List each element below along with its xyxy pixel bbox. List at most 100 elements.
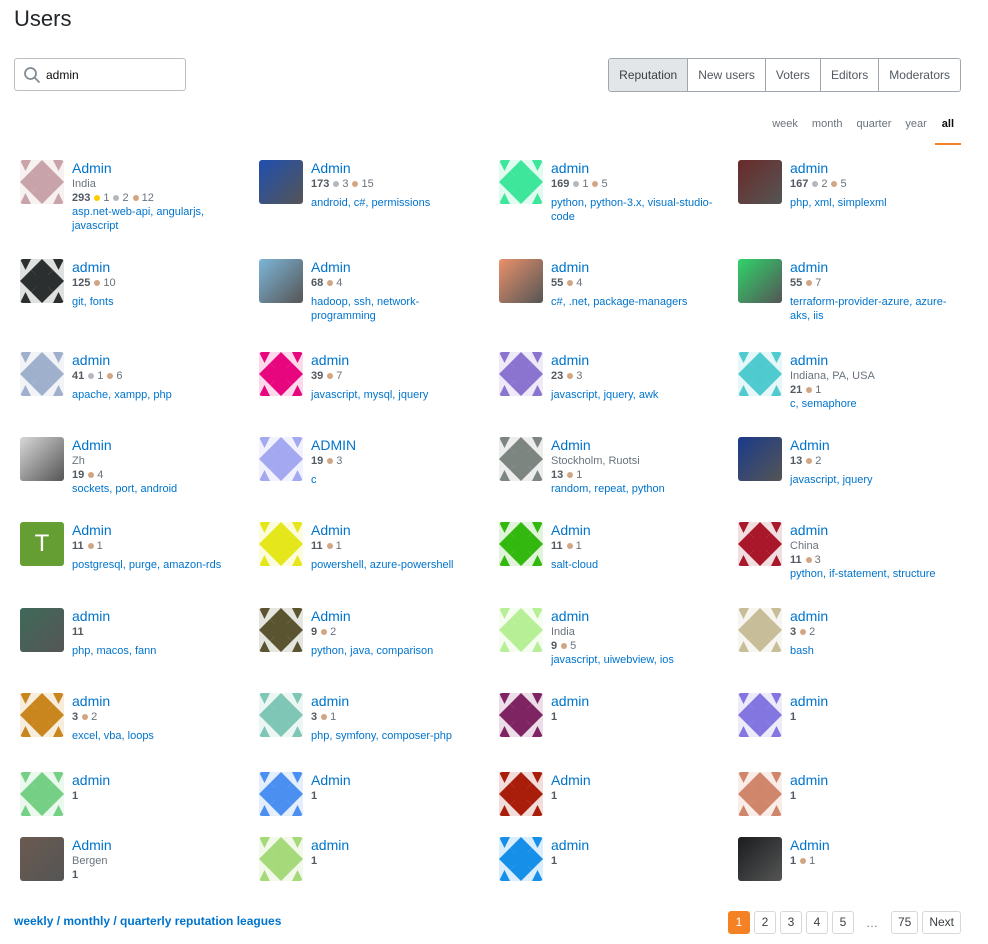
user-name-link[interactable]: admin (551, 693, 589, 710)
user-tags[interactable]: c, semaphore (790, 397, 960, 411)
user-avatar[interactable] (738, 693, 782, 737)
user-tags[interactable]: c#, .net, package-managers (551, 295, 721, 309)
page-5-button[interactable]: 5 (831, 911, 854, 934)
user-avatar[interactable] (259, 437, 303, 481)
user-tags[interactable]: hadoop, ssh, network-programming (311, 295, 481, 323)
period-month[interactable]: month (806, 112, 849, 145)
tab-reputation[interactable]: Reputation (609, 59, 688, 91)
user-avatar[interactable] (738, 522, 782, 566)
tab-new-users[interactable]: New users (687, 59, 765, 91)
user-name-link[interactable]: admin (551, 837, 589, 854)
user-tags[interactable]: salt-cloud (551, 558, 721, 572)
user-tags[interactable]: asp.net-web-api, angularjs, javascript (72, 205, 242, 233)
user-name-link[interactable]: admin (72, 352, 242, 369)
user-tags[interactable]: postgresql, purge, amazon-rds (72, 558, 242, 572)
user-avatar[interactable] (499, 837, 543, 881)
user-name-link[interactable]: Admin (311, 608, 481, 625)
user-avatar[interactable] (20, 160, 64, 204)
user-avatar[interactable] (259, 772, 303, 816)
user-name-link[interactable]: Admin (311, 259, 481, 276)
user-tags[interactable]: apache, xampp, php (72, 388, 242, 402)
user-name-link[interactable]: Admin (551, 772, 591, 789)
user-avatar[interactable] (738, 259, 782, 303)
user-avatar[interactable] (20, 352, 64, 396)
user-tags[interactable]: random, repeat, python (551, 482, 721, 496)
user-name-link[interactable]: Admin (72, 837, 112, 854)
user-tags[interactable]: android, c#, permissions (311, 196, 481, 210)
user-name-link[interactable]: admin (551, 259, 721, 276)
user-name-link[interactable]: Admin (72, 160, 242, 177)
user-name-link[interactable]: Admin (72, 522, 242, 539)
user-avatar[interactable] (738, 160, 782, 204)
user-tags[interactable]: javascript, jquery (790, 473, 960, 487)
page-4-button[interactable]: 4 (805, 911, 828, 934)
user-avatar[interactable] (259, 693, 303, 737)
user-tags[interactable]: php, xml, simplexml (790, 196, 960, 210)
reputation-leagues-link[interactable]: weekly / monthly / quarterly reputation … (14, 914, 281, 928)
user-name-link[interactable]: admin (790, 352, 960, 369)
user-name-link[interactable]: admin (790, 259, 960, 276)
user-tags[interactable]: bash (790, 644, 960, 658)
user-name-link[interactable]: admin (72, 259, 242, 276)
user-name-link[interactable]: admin (790, 608, 960, 625)
user-avatar[interactable] (499, 352, 543, 396)
search-input[interactable] (46, 67, 166, 82)
user-tags[interactable]: git, fonts (72, 295, 242, 309)
user-avatar[interactable] (738, 772, 782, 816)
page-2-button[interactable]: 2 (753, 911, 776, 934)
tab-editors[interactable]: Editors (819, 59, 879, 91)
user-name-link[interactable]: Admin (72, 437, 242, 454)
user-tags[interactable]: php, symfony, composer-php (311, 729, 481, 743)
user-name-link[interactable]: Admin (551, 437, 721, 454)
user-avatar[interactable] (259, 352, 303, 396)
period-week[interactable]: week (766, 112, 804, 145)
user-avatar[interactable] (20, 693, 64, 737)
user-name-link[interactable]: admin (790, 693, 828, 710)
user-tags[interactable]: python, java, comparison (311, 644, 481, 658)
user-avatar[interactable]: T (20, 522, 64, 566)
user-avatar[interactable] (499, 693, 543, 737)
user-name-link[interactable]: Admin (790, 837, 830, 854)
user-name-link[interactable]: admin (311, 352, 481, 369)
user-avatar[interactable] (259, 522, 303, 566)
user-avatar[interactable] (259, 160, 303, 204)
user-name-link[interactable]: admin (311, 693, 481, 710)
user-avatar[interactable] (20, 772, 64, 816)
user-tags[interactable]: python, python-3.x, visual-studio-code (551, 196, 721, 224)
user-name-link[interactable]: admin (790, 160, 960, 177)
user-tags[interactable]: excel, vba, loops (72, 729, 242, 743)
next-page-button[interactable]: Next (922, 911, 961, 934)
user-name-link[interactable]: admin (72, 772, 110, 789)
user-name-link[interactable]: admin (72, 693, 242, 710)
page-1-button[interactable]: 1 (727, 911, 750, 934)
user-name-link[interactable]: admin (551, 608, 721, 625)
user-name-link[interactable]: Admin (311, 522, 481, 539)
user-tags[interactable]: powershell, azure-powershell (311, 558, 481, 572)
user-name-link[interactable]: Admin (311, 160, 481, 177)
period-all[interactable]: all (934, 112, 961, 145)
user-avatar[interactable] (499, 259, 543, 303)
user-avatar[interactable] (20, 837, 64, 881)
user-search-box[interactable] (14, 58, 186, 91)
user-name-link[interactable]: Admin (551, 522, 721, 539)
user-name-link[interactable]: admin (551, 352, 721, 369)
user-avatar[interactable] (20, 437, 64, 481)
user-name-link[interactable]: admin (311, 837, 349, 854)
page-last-button[interactable]: 75 (890, 911, 919, 934)
period-year[interactable]: year (899, 112, 932, 145)
user-avatar[interactable] (499, 522, 543, 566)
user-name-link[interactable]: admin (790, 522, 960, 539)
user-name-link[interactable]: admin (551, 160, 721, 177)
user-name-link[interactable]: admin (72, 608, 242, 625)
user-avatar[interactable] (259, 608, 303, 652)
user-name-link[interactable]: Admin (311, 772, 351, 789)
page-3-button[interactable]: 3 (779, 911, 802, 934)
user-tags[interactable]: javascript, mysql, jquery (311, 388, 481, 402)
user-avatar[interactable] (20, 608, 64, 652)
user-tags[interactable]: c (311, 473, 481, 487)
user-name-link[interactable]: ADMIN (311, 437, 481, 454)
user-tags[interactable]: sockets, port, android (72, 482, 242, 496)
user-avatar[interactable] (738, 352, 782, 396)
tab-moderators[interactable]: Moderators (878, 59, 960, 91)
user-avatar[interactable] (259, 259, 303, 303)
